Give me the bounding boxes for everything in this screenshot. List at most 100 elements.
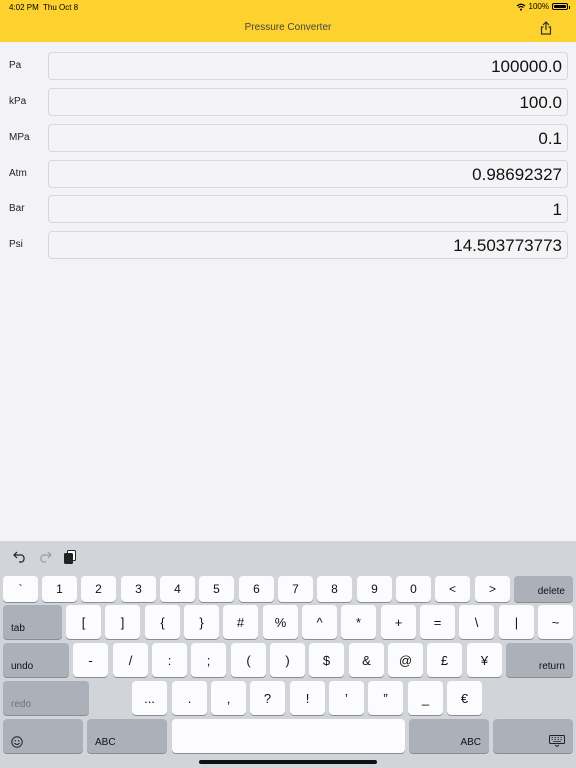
dismiss-keyboard-key[interactable] [493,719,573,753]
row-psi: Psi 14.503773773 [0,231,576,259]
key[interactable]: 3 [121,576,156,602]
share-button[interactable] [538,20,554,36]
wifi-icon [516,3,525,11]
atm-field[interactable]: 0.98692327 [48,160,568,188]
row-label: Bar [9,203,25,214]
row-atm: Atm 0.98692327 [0,160,576,188]
key[interactable]: $ [309,643,344,677]
row-label: Pa [9,60,22,71]
key[interactable]: & [349,643,384,677]
field-value: 0.1 [538,129,562,148]
status-time: 4:02 PM [9,3,39,12]
key[interactable]: ) [270,643,305,677]
return-key[interactable]: return [506,643,573,677]
row-label: kPa [9,96,27,107]
mpa-field[interactable]: 0.1 [48,124,568,152]
key[interactable]: / [113,643,148,677]
undo-button[interactable] [12,549,28,565]
field-value: 100.0 [519,93,562,112]
key-label: undo [11,661,34,672]
key[interactable]: 6 [239,576,274,602]
row-mpa: MPa 0.1 [0,124,576,152]
key[interactable]: > [475,576,510,602]
key[interactable]: ... [132,681,167,715]
emoji-icon [11,736,23,748]
tab-key[interactable]: tab [3,605,62,639]
page-title: Pressure Converter [244,22,332,33]
delete-key[interactable]: delete [514,576,573,602]
abc-key-left[interactable]: ABC [87,719,167,753]
key[interactable]: { [145,605,180,639]
key[interactable]: } [184,605,219,639]
key[interactable]: ; [191,643,226,677]
bar-field[interactable]: 1 [48,195,568,223]
abc-key-right[interactable]: ABC [409,719,489,753]
key[interactable]: 1 [42,576,77,602]
key[interactable]: = [420,605,455,639]
key[interactable]: ! [290,681,325,715]
key[interactable]: 7 [278,576,313,602]
row-label: Psi [9,239,23,250]
field-value: 1 [552,200,562,219]
key[interactable]: ^ [302,605,337,639]
status-date: Thu Oct 8 [43,3,79,12]
key[interactable]: ¥ [467,643,502,677]
key[interactable]: £ [427,643,462,677]
key-label: delete [537,586,565,597]
key[interactable]: , [211,681,246,715]
key[interactable]: - [73,643,108,677]
status-right: 100% [516,2,570,11]
key[interactable]: < [435,576,470,602]
key[interactable]: ? [250,681,285,715]
kpa-field[interactable]: 100.0 [48,88,568,116]
undo-key[interactable]: undo [3,643,69,677]
key[interactable]: 8 [317,576,352,602]
key[interactable]: 4 [160,576,195,602]
pa-field[interactable]: 100000.0 [48,52,568,80]
key[interactable]: ” [368,681,403,715]
key[interactable]: ’ [329,681,364,715]
field-value: 14.503773773 [453,236,562,255]
key[interactable]: + [381,605,416,639]
key-label: tab [11,623,25,634]
paste-button[interactable] [62,549,78,565]
key[interactable]: % [263,605,298,639]
key[interactable]: ` [3,576,38,602]
key-label: ABC [460,737,481,748]
share-icon [540,21,552,35]
key[interactable]: € [447,681,482,715]
key[interactable]: 9 [357,576,392,602]
redo-key[interactable]: redo [3,681,89,715]
key[interactable]: | [499,605,534,639]
keyboard-dismiss-icon [549,735,565,747]
key[interactable]: . [172,681,207,715]
key[interactable]: [ [66,605,101,639]
row-kpa: kPa 100.0 [0,88,576,116]
key[interactable]: \ [459,605,494,639]
space-key[interactable] [172,719,405,753]
keyboard-toolbar [0,541,576,571]
undo-icon [13,551,25,563]
field-value: 100000.0 [491,57,562,76]
row-label: MPa [9,132,30,143]
key[interactable]: 2 [81,576,116,602]
key[interactable]: 0 [396,576,431,602]
key[interactable]: @ [388,643,423,677]
field-value: 0.98692327 [472,165,562,184]
key[interactable]: ( [231,643,266,677]
key[interactable]: : [152,643,187,677]
status-bar: 4:02 PM Thu Oct 8 100% [0,0,576,14]
emoji-key[interactable] [3,719,83,753]
psi-field[interactable]: 14.503773773 [48,231,568,259]
battery-percent: 100% [528,2,549,11]
key[interactable]: _ [408,681,443,715]
key[interactable]: * [341,605,376,639]
key[interactable]: # [223,605,258,639]
key[interactable]: 5 [199,576,234,602]
redo-button[interactable] [37,549,53,565]
battery-icon [552,3,570,10]
redo-icon [40,551,52,563]
row-bar: Bar 1 [0,195,576,223]
key[interactable]: ] [105,605,140,639]
key[interactable]: ~ [538,605,573,639]
